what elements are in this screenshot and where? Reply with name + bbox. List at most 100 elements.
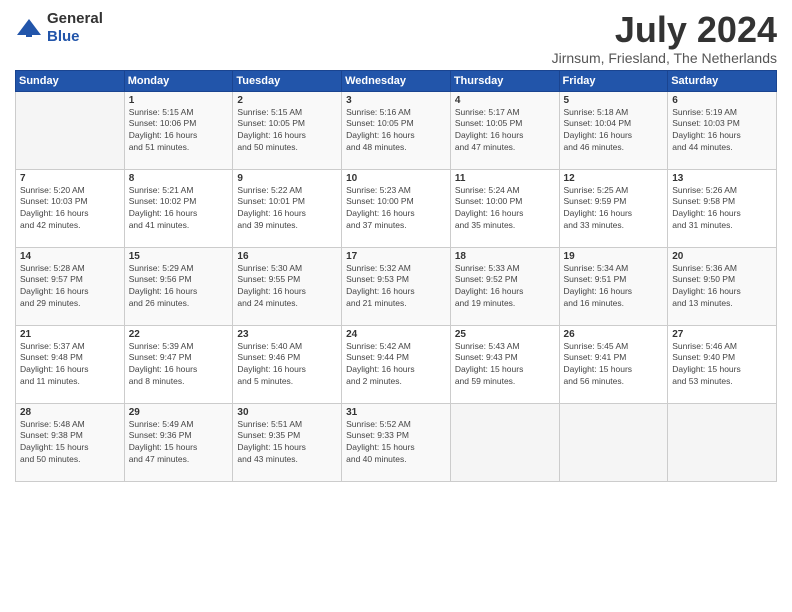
- day-info: Sunrise: 5:32 AM Sunset: 9:53 PM Dayligh…: [346, 263, 446, 311]
- day-info: Sunrise: 5:40 AM Sunset: 9:46 PM Dayligh…: [237, 341, 337, 389]
- calendar-cell: 6Sunrise: 5:19 AM Sunset: 10:03 PM Dayli…: [668, 91, 777, 169]
- calendar-cell: 5Sunrise: 5:18 AM Sunset: 10:04 PM Dayli…: [559, 91, 668, 169]
- col-thursday: Thursday: [450, 70, 559, 91]
- day-info: Sunrise: 5:26 AM Sunset: 9:58 PM Dayligh…: [672, 185, 772, 233]
- day-info: Sunrise: 5:22 AM Sunset: 10:01 PM Daylig…: [237, 185, 337, 233]
- calendar-cell: 29Sunrise: 5:49 AM Sunset: 9:36 PM Dayli…: [124, 403, 233, 481]
- day-info: Sunrise: 5:43 AM Sunset: 9:43 PM Dayligh…: [455, 341, 555, 389]
- day-info: Sunrise: 5:25 AM Sunset: 9:59 PM Dayligh…: [564, 185, 664, 233]
- calendar-cell: 1Sunrise: 5:15 AM Sunset: 10:06 PM Dayli…: [124, 91, 233, 169]
- calendar-week-row: 28Sunrise: 5:48 AM Sunset: 9:38 PM Dayli…: [16, 403, 777, 481]
- calendar-cell: 18Sunrise: 5:33 AM Sunset: 9:52 PM Dayli…: [450, 247, 559, 325]
- col-wednesday: Wednesday: [342, 70, 451, 91]
- calendar-cell: 24Sunrise: 5:42 AM Sunset: 9:44 PM Dayli…: [342, 325, 451, 403]
- col-friday: Friday: [559, 70, 668, 91]
- day-info: Sunrise: 5:15 AM Sunset: 10:05 PM Daylig…: [237, 107, 337, 155]
- calendar-cell: [16, 91, 125, 169]
- location-subtitle: Jirnsum, Friesland, The Netherlands: [552, 50, 777, 66]
- calendar-cell: 21Sunrise: 5:37 AM Sunset: 9:48 PM Dayli…: [16, 325, 125, 403]
- day-info: Sunrise: 5:17 AM Sunset: 10:05 PM Daylig…: [455, 107, 555, 155]
- calendar-cell: 19Sunrise: 5:34 AM Sunset: 9:51 PM Dayli…: [559, 247, 668, 325]
- calendar-cell: 7Sunrise: 5:20 AM Sunset: 10:03 PM Dayli…: [16, 169, 125, 247]
- logo-icon: [15, 17, 43, 39]
- day-number: 25: [455, 329, 555, 340]
- calendar-cell: 8Sunrise: 5:21 AM Sunset: 10:02 PM Dayli…: [124, 169, 233, 247]
- col-sunday: Sunday: [16, 70, 125, 91]
- day-number: 10: [346, 173, 446, 184]
- day-number: 7: [20, 173, 120, 184]
- day-number: 26: [564, 329, 664, 340]
- day-info: Sunrise: 5:15 AM Sunset: 10:06 PM Daylig…: [129, 107, 229, 155]
- calendar-cell: 17Sunrise: 5:32 AM Sunset: 9:53 PM Dayli…: [342, 247, 451, 325]
- day-number: 17: [346, 251, 446, 262]
- day-number: 14: [20, 251, 120, 262]
- calendar-cell: 14Sunrise: 5:28 AM Sunset: 9:57 PM Dayli…: [16, 247, 125, 325]
- calendar-header-row: Sunday Monday Tuesday Wednesday Thursday…: [16, 70, 777, 91]
- calendar-cell: 9Sunrise: 5:22 AM Sunset: 10:01 PM Dayli…: [233, 169, 342, 247]
- day-number: 3: [346, 95, 446, 106]
- day-number: 30: [237, 407, 337, 418]
- day-number: 24: [346, 329, 446, 340]
- calendar-cell: 27Sunrise: 5:46 AM Sunset: 9:40 PM Dayli…: [668, 325, 777, 403]
- logo-blue: Blue: [47, 28, 80, 45]
- calendar-cell: 2Sunrise: 5:15 AM Sunset: 10:05 PM Dayli…: [233, 91, 342, 169]
- day-number: 23: [237, 329, 337, 340]
- day-info: Sunrise: 5:20 AM Sunset: 10:03 PM Daylig…: [20, 185, 120, 233]
- day-info: Sunrise: 5:42 AM Sunset: 9:44 PM Dayligh…: [346, 341, 446, 389]
- day-number: 6: [672, 95, 772, 106]
- day-number: 13: [672, 173, 772, 184]
- day-number: 4: [455, 95, 555, 106]
- day-number: 19: [564, 251, 664, 262]
- calendar-week-row: 7Sunrise: 5:20 AM Sunset: 10:03 PM Dayli…: [16, 169, 777, 247]
- calendar-cell: [668, 403, 777, 481]
- page: General Blue July 2024 Jirnsum, Frieslan…: [0, 0, 792, 492]
- day-number: 22: [129, 329, 229, 340]
- day-number: 9: [237, 173, 337, 184]
- day-number: 15: [129, 251, 229, 262]
- day-info: Sunrise: 5:18 AM Sunset: 10:04 PM Daylig…: [564, 107, 664, 155]
- day-info: Sunrise: 5:29 AM Sunset: 9:56 PM Dayligh…: [129, 263, 229, 311]
- calendar-week-row: 1Sunrise: 5:15 AM Sunset: 10:06 PM Dayli…: [16, 91, 777, 169]
- day-info: Sunrise: 5:21 AM Sunset: 10:02 PM Daylig…: [129, 185, 229, 233]
- day-number: 20: [672, 251, 772, 262]
- calendar-table: Sunday Monday Tuesday Wednesday Thursday…: [15, 70, 777, 482]
- day-info: Sunrise: 5:51 AM Sunset: 9:35 PM Dayligh…: [237, 419, 337, 467]
- day-number: 5: [564, 95, 664, 106]
- day-number: 8: [129, 173, 229, 184]
- day-number: 2: [237, 95, 337, 106]
- day-number: 31: [346, 407, 446, 418]
- calendar-cell: 11Sunrise: 5:24 AM Sunset: 10:00 PM Dayl…: [450, 169, 559, 247]
- col-saturday: Saturday: [668, 70, 777, 91]
- day-info: Sunrise: 5:34 AM Sunset: 9:51 PM Dayligh…: [564, 263, 664, 311]
- calendar-cell: [559, 403, 668, 481]
- day-info: Sunrise: 5:46 AM Sunset: 9:40 PM Dayligh…: [672, 341, 772, 389]
- day-info: Sunrise: 5:30 AM Sunset: 9:55 PM Dayligh…: [237, 263, 337, 311]
- day-info: Sunrise: 5:39 AM Sunset: 9:47 PM Dayligh…: [129, 341, 229, 389]
- day-info: Sunrise: 5:33 AM Sunset: 9:52 PM Dayligh…: [455, 263, 555, 311]
- day-number: 21: [20, 329, 120, 340]
- calendar-cell: 20Sunrise: 5:36 AM Sunset: 9:50 PM Dayli…: [668, 247, 777, 325]
- month-title: July 2024: [552, 10, 777, 50]
- day-info: Sunrise: 5:28 AM Sunset: 9:57 PM Dayligh…: [20, 263, 120, 311]
- day-number: 29: [129, 407, 229, 418]
- header: General Blue July 2024 Jirnsum, Frieslan…: [15, 10, 777, 66]
- logo-text: General Blue: [47, 10, 103, 46]
- day-number: 16: [237, 251, 337, 262]
- day-info: Sunrise: 5:37 AM Sunset: 9:48 PM Dayligh…: [20, 341, 120, 389]
- calendar-cell: 22Sunrise: 5:39 AM Sunset: 9:47 PM Dayli…: [124, 325, 233, 403]
- day-number: 18: [455, 251, 555, 262]
- calendar-cell: [450, 403, 559, 481]
- day-number: 27: [672, 329, 772, 340]
- calendar-cell: 12Sunrise: 5:25 AM Sunset: 9:59 PM Dayli…: [559, 169, 668, 247]
- day-info: Sunrise: 5:45 AM Sunset: 9:41 PM Dayligh…: [564, 341, 664, 389]
- calendar-cell: 28Sunrise: 5:48 AM Sunset: 9:38 PM Dayli…: [16, 403, 125, 481]
- calendar-week-row: 21Sunrise: 5:37 AM Sunset: 9:48 PM Dayli…: [16, 325, 777, 403]
- logo-general: General: [47, 10, 103, 27]
- day-info: Sunrise: 5:16 AM Sunset: 10:05 PM Daylig…: [346, 107, 446, 155]
- title-block: July 2024 Jirnsum, Friesland, The Nether…: [552, 10, 777, 66]
- calendar-cell: 15Sunrise: 5:29 AM Sunset: 9:56 PM Dayli…: [124, 247, 233, 325]
- day-info: Sunrise: 5:48 AM Sunset: 9:38 PM Dayligh…: [20, 419, 120, 467]
- day-info: Sunrise: 5:24 AM Sunset: 10:00 PM Daylig…: [455, 185, 555, 233]
- calendar-cell: 3Sunrise: 5:16 AM Sunset: 10:05 PM Dayli…: [342, 91, 451, 169]
- calendar-cell: 4Sunrise: 5:17 AM Sunset: 10:05 PM Dayli…: [450, 91, 559, 169]
